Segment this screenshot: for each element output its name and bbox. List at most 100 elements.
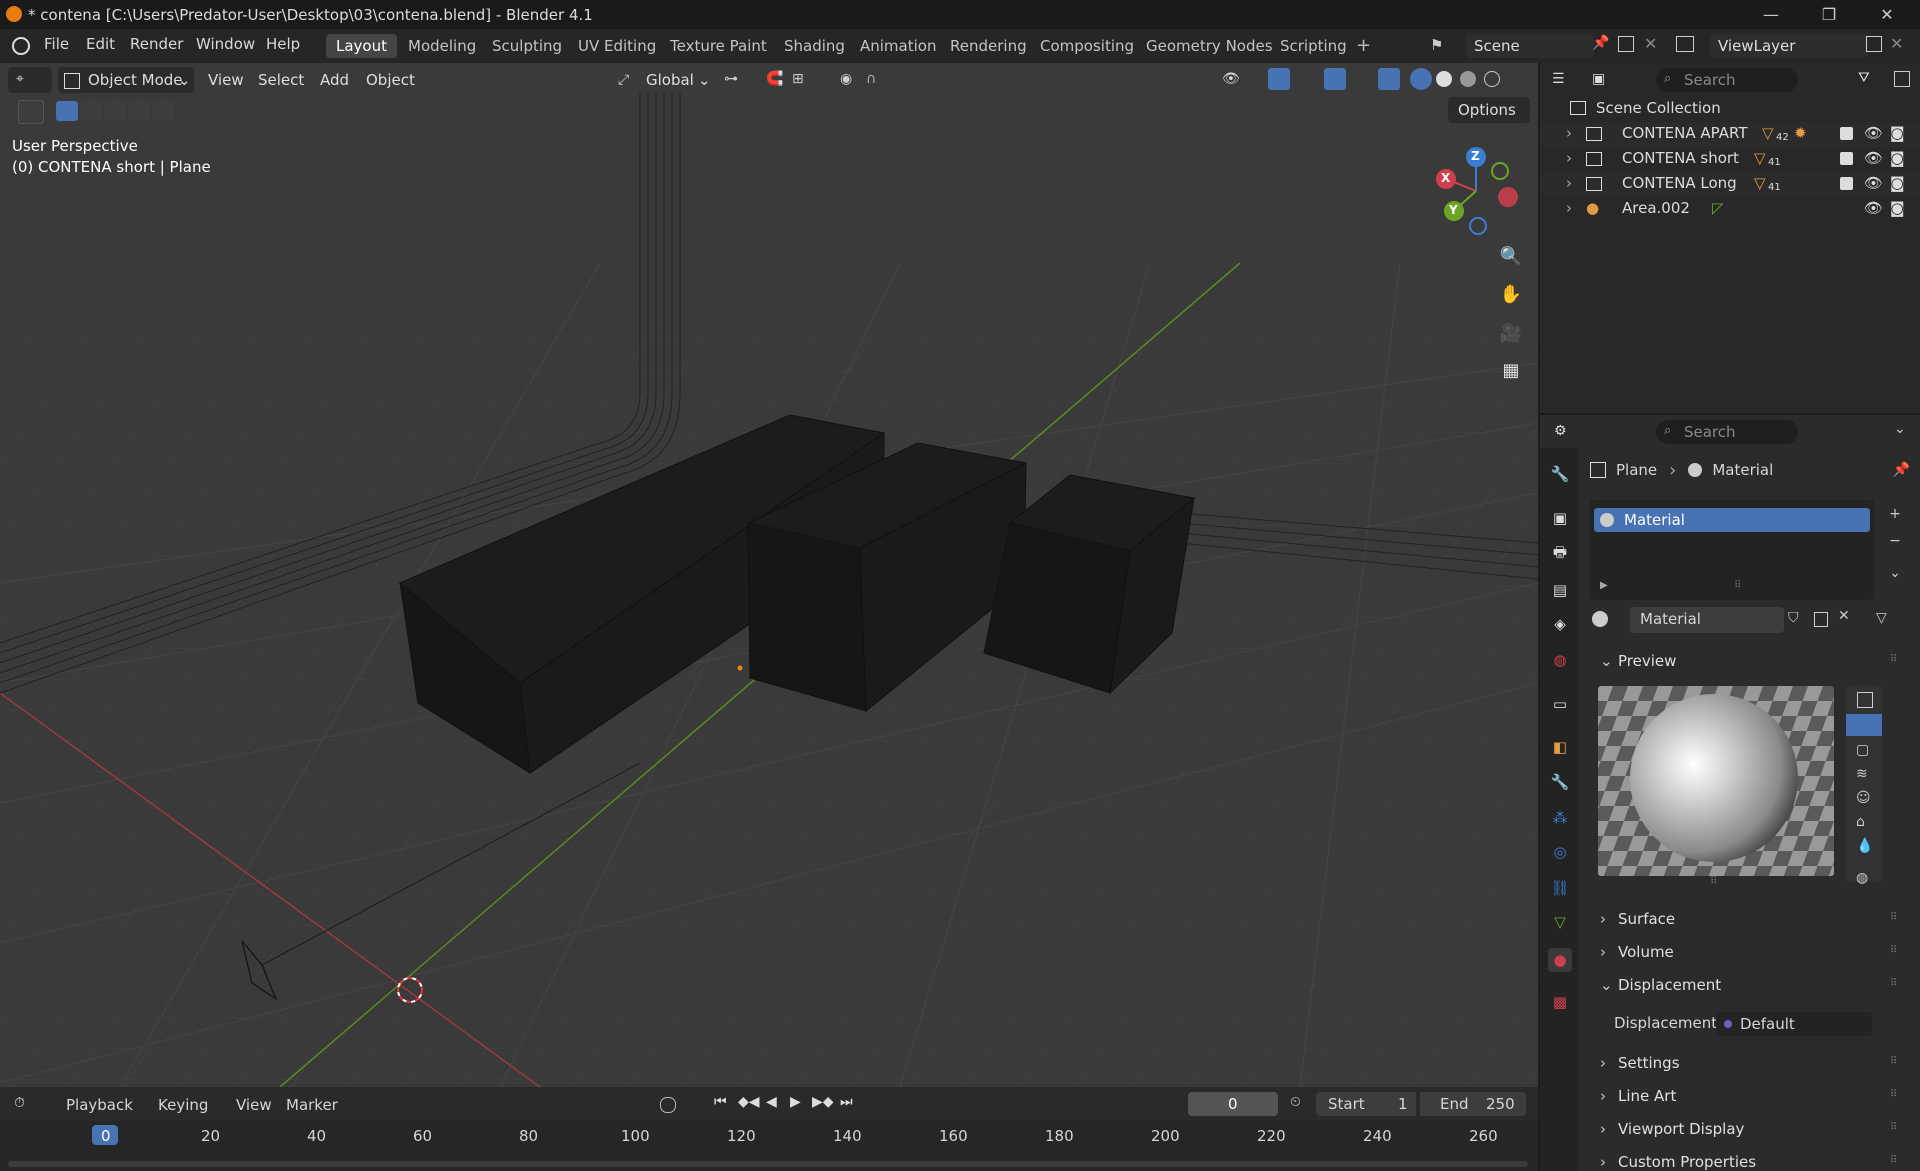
physics-tab-icon[interactable]: ◎	[1548, 840, 1572, 864]
snap-target-icon[interactable]: ⊞	[792, 71, 804, 87]
view-layer-new-icon[interactable]	[1866, 36, 1882, 52]
outliner-editor-type-icon[interactable]: ☰	[1552, 71, 1565, 87]
play-icon[interactable]: ▶	[790, 1094, 801, 1110]
panel-custom-properties-header[interactable]: › Custom Properties ⠿	[1584, 1149, 1910, 1171]
jump-end-icon[interactable]: ⏭	[840, 1094, 853, 1110]
eye-icon[interactable]: 👁	[1864, 199, 1883, 217]
frame-ruler[interactable]: 0 20 40 60 80 100 120 140 160 180 200 22…	[0, 1121, 1538, 1171]
preview-range-icon[interactable]: ⏲	[1290, 1094, 1301, 1110]
expand-icon[interactable]: ›	[1566, 124, 1572, 142]
wireframe-shading-icon[interactable]	[1410, 68, 1432, 90]
proportional-edit-icon[interactable]: ◉	[840, 71, 852, 87]
select-tool-icon[interactable]	[18, 100, 44, 124]
blender-menu-icon[interactable]	[12, 37, 30, 55]
collection-tab-icon[interactable]: ▭	[1548, 692, 1572, 716]
visibility-icon[interactable]: 👁	[1222, 71, 1240, 87]
filter-icon[interactable]: ⛛	[1858, 70, 1870, 86]
panel-displacement-header[interactable]: ⌄ Displacement ⠿	[1584, 972, 1910, 1000]
view-layer-icon[interactable]	[1676, 36, 1694, 52]
timeline-editor-type-icon[interactable]: ⏱	[14, 1095, 25, 1111]
exclude-checkbox[interactable]	[1840, 177, 1853, 190]
view-layer-field[interactable]: ViewLayer	[1710, 34, 1868, 58]
panel-viewport-display-header[interactable]: › Viewport Display ⠿	[1584, 1116, 1910, 1144]
expand-icon[interactable]: ›	[1566, 149, 1572, 167]
eye-icon[interactable]: 👁	[1864, 149, 1883, 167]
tab-texture-paint[interactable]: Texture Paint	[660, 34, 777, 58]
menu-edit[interactable]: Edit	[86, 35, 115, 53]
tab-modeling[interactable]: Modeling	[398, 34, 486, 58]
drag-handle-icon[interactable]: ⠿	[1890, 1155, 1897, 1166]
displacement-method-select[interactable]: Default	[1716, 1012, 1872, 1036]
material-slot-item[interactable]: Material	[1594, 508, 1870, 532]
editor-type-button[interactable]	[8, 67, 52, 93]
viewport-menu-object[interactable]: Object	[366, 67, 415, 93]
menu-file[interactable]: File	[44, 35, 69, 53]
view-layer-remove-icon[interactable]: ✕	[1890, 34, 1903, 53]
pan-hand-icon[interactable]: ✋	[1495, 278, 1527, 310]
rendered-shading-icon[interactable]	[1484, 71, 1500, 87]
transform-orientation-selector[interactable]: Global	[646, 67, 694, 93]
tab-layout[interactable]: Layout	[326, 34, 397, 58]
modifier-tab-icon[interactable]: 🔧	[1548, 770, 1572, 794]
world-tab-icon[interactable]: ◍	[1548, 648, 1572, 672]
unlink-material-icon[interactable]: ✕	[1838, 608, 1850, 624]
drag-handle-icon[interactable]: ⠿	[1890, 1056, 1897, 1067]
preview-fluid-icon[interactable]: 💧	[1856, 838, 1873, 854]
scene-remove-icon[interactable]: ✕	[1644, 34, 1657, 53]
menu-help[interactable]: Help	[266, 35, 300, 53]
jump-start-icon[interactable]: ⏮	[714, 1094, 727, 1110]
close-button[interactable]: ✕	[1858, 0, 1916, 29]
preview-cloth-icon[interactable]: ⌂	[1856, 814, 1865, 830]
overlay-toggle-icon[interactable]	[1324, 68, 1346, 90]
panel-surface-header[interactable]: › Surface ⠿	[1584, 906, 1910, 934]
outliner-search-input[interactable]: ⌕ Search	[1656, 68, 1798, 92]
perspective-toggle-icon[interactable]: ▦	[1495, 354, 1527, 386]
material-shading-icon[interactable]	[1460, 71, 1476, 87]
gizmo-toggle-icon[interactable]	[1268, 68, 1290, 90]
timeline-menu-marker[interactable]: Marker	[286, 1096, 338, 1114]
drag-handle-icon[interactable]: ⠿	[1890, 654, 1897, 665]
preview-world-icon[interactable]: ◍	[1856, 870, 1868, 886]
data-tab-icon[interactable]: ▽	[1548, 910, 1572, 934]
viewport-menu-view[interactable]: View	[208, 67, 244, 93]
tab-sculpting[interactable]: Sculpting	[482, 34, 572, 58]
3d-viewport[interactable]: User Perspective (0) CONTENA short | Pla…	[0, 63, 1538, 1087]
material-tab-icon[interactable]: ●	[1548, 948, 1572, 972]
falloff-icon[interactable]: ∩	[866, 71, 876, 87]
select-new-icon[interactable]	[56, 101, 78, 121]
preview-flat-icon[interactable]	[1857, 692, 1873, 708]
drag-handle-icon[interactable]: ⠿	[1890, 978, 1897, 989]
viewport-menu-select[interactable]: Select	[258, 67, 304, 93]
output-tab-icon[interactable]: 🖶	[1548, 542, 1572, 566]
tab-scripting[interactable]: Scripting	[1270, 34, 1357, 58]
auto-keying-icon[interactable]	[660, 1097, 676, 1113]
pivot-point-icon[interactable]: ⊶	[724, 71, 738, 87]
exclude-checkbox[interactable]	[1840, 127, 1853, 140]
constraints-tab-icon[interactable]: ⛓	[1548, 876, 1572, 900]
solid-shading-icon[interactable]	[1436, 71, 1452, 87]
new-collection-icon[interactable]	[1894, 71, 1910, 87]
remove-slot-icon[interactable]: −	[1884, 530, 1906, 552]
outliner-root-row[interactable]: Scene Collection	[1540, 97, 1920, 122]
camera-view-icon[interactable]: 🎥	[1495, 317, 1527, 349]
panel-preview-header[interactable]: ⌄ Preview ⠿	[1584, 648, 1910, 676]
eye-icon[interactable]: 👁	[1864, 124, 1883, 142]
outliner-item-area-light[interactable]: › ● Area.002 ◸ 👁 ◙	[1540, 197, 1920, 222]
menu-render[interactable]: Render	[130, 35, 183, 53]
minimize-button[interactable]: —	[1742, 0, 1800, 29]
select-extend-icon[interactable]	[80, 101, 102, 121]
preview-hair-icon[interactable]: ≋	[1856, 766, 1868, 782]
play-reverse-icon[interactable]: ◀	[766, 1094, 777, 1110]
select-subtract-icon[interactable]	[104, 101, 126, 121]
prev-keyframe-icon[interactable]: ◆◀	[738, 1094, 760, 1110]
navigation-gizmo[interactable]: Z X Y	[1428, 139, 1528, 239]
material-slot-list[interactable]: Material ▶ ⠿	[1590, 500, 1874, 600]
scene-name-field[interactable]: Scene	[1466, 34, 1594, 58]
pin-icon[interactable]: 📌	[1893, 462, 1910, 478]
panel-line-art-header[interactable]: › Line Art ⠿	[1584, 1083, 1910, 1111]
snap-icon[interactable]: 🧲	[766, 71, 783, 87]
outliner-item-contena-apart[interactable]: › CONTENA APART ▽ 42 ✹ 👁 ◙	[1540, 122, 1920, 147]
render-camera-icon[interactable]: ◙	[1890, 124, 1905, 142]
add-workspace-icon[interactable]: +	[1356, 35, 1371, 56]
display-mode-icon[interactable]: ▣	[1592, 71, 1605, 87]
